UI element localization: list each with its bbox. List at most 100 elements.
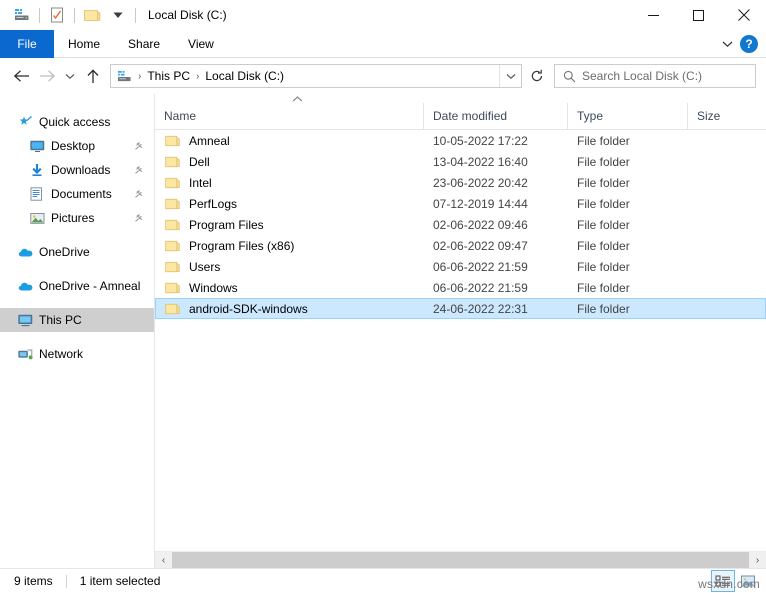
refresh-button[interactable]: [524, 64, 550, 88]
tab-file[interactable]: File: [0, 30, 54, 58]
table-row[interactable]: Program Files 02-06-2022 09:46 File folder: [155, 214, 766, 235]
downloads-icon: [30, 162, 48, 178]
folder-icon: [165, 134, 181, 148]
sidebar-item-documents[interactable]: Documents: [0, 182, 154, 206]
cell-size: [688, 299, 765, 318]
table-row[interactable]: Program Files (x86) 02-06-2022 09:47 File …: [155, 235, 766, 256]
file-name-label: Intel: [189, 175, 212, 190]
folder-icon: [165, 302, 181, 316]
file-name-label: android-SDK-windows: [189, 301, 308, 316]
recent-locations-button[interactable]: [60, 63, 80, 89]
pin-icon[interactable]: [134, 213, 154, 223]
cell-size: [688, 257, 765, 276]
help-button[interactable]: ?: [740, 34, 758, 53]
cell-date-modified: 23-06-2022 20:42: [433, 175, 528, 190]
sidebar-gap-3: [0, 298, 154, 308]
breadcrumb-this-pc[interactable]: This PC: [143, 69, 194, 83]
large-icons-view-icon[interactable]: [736, 570, 760, 592]
back-button[interactable]: [8, 63, 34, 89]
cell-date-modified: 02-06-2022 09:47: [433, 238, 528, 253]
pin-icon[interactable]: [134, 189, 154, 199]
qat-separator-1: [39, 7, 40, 23]
search-input[interactable]: Search Local Disk (C:): [582, 69, 702, 83]
column-header-name[interactable]: Name: [155, 103, 423, 129]
sidebar-item-label: OneDrive: [39, 245, 90, 259]
close-button[interactable]: [721, 0, 766, 30]
qat-separator-2: [74, 7, 75, 23]
sidebar-item-network[interactable]: Network: [0, 342, 154, 366]
scrollbar-thumb[interactable]: [172, 552, 749, 568]
column-header-type[interactable]: Type: [567, 103, 687, 129]
ribbon-tab-bar: File Home Share View ?: [0, 30, 766, 58]
breadcrumb-separator-1[interactable]: ›: [194, 71, 201, 82]
scroll-left-button[interactable]: ‹: [155, 552, 172, 568]
item-count-label: 9 items: [14, 574, 53, 588]
sidebar-item-pictures[interactable]: Pictures: [0, 206, 154, 230]
breadcrumb-dropdown-icon[interactable]: [499, 65, 521, 87]
properties-icon[interactable]: [44, 3, 70, 27]
tab-home[interactable]: Home: [54, 30, 114, 58]
sidebar-item-onedrive[interactable]: OneDrive: [0, 240, 154, 264]
star-pin-icon: [18, 114, 36, 130]
details-view-icon[interactable]: [711, 570, 735, 592]
sort-ascending-caret: [291, 95, 303, 103]
file-explorer-window: Local Disk (C:) File Home Share View ? ›…: [0, 0, 766, 593]
cell-size: [688, 173, 765, 192]
cell-date-modified: 13-04-2022 16:40: [433, 154, 528, 169]
minimize-button[interactable]: [631, 0, 676, 30]
sidebar-item-onedrive-amneal[interactable]: OneDrive - Amneal: [0, 274, 154, 298]
cell-date-modified: 24-06-2022 22:31: [433, 301, 528, 316]
cell-type: File folder: [577, 280, 630, 295]
breadcrumb-separator-0[interactable]: ›: [136, 71, 143, 82]
table-row[interactable]: Intel 23-06-2022 20:42 File folder: [155, 172, 766, 193]
tab-view[interactable]: View: [174, 30, 228, 58]
table-row[interactable]: Users 06-06-2022 21:59 File folder: [155, 256, 766, 277]
table-row[interactable]: Windows 06-06-2022 21:59 File folder: [155, 277, 766, 298]
file-name-label: Dell: [189, 154, 210, 169]
documents-icon: [30, 186, 48, 202]
up-button[interactable]: [80, 63, 106, 89]
sidebar-item-quick-access[interactable]: Quick access: [0, 110, 154, 134]
sidebar-item-desktop[interactable]: Desktop: [0, 134, 154, 158]
forward-button[interactable]: [34, 63, 60, 89]
sidebar-item-this-pc[interactable]: This PC: [0, 308, 154, 332]
sidebar-item-downloads[interactable]: Downloads: [0, 158, 154, 182]
column-header-size[interactable]: Size: [687, 103, 766, 129]
column-header-date-modified[interactable]: Date modified: [423, 103, 567, 129]
maximize-button[interactable]: [676, 0, 721, 30]
search-box[interactable]: Search Local Disk (C:): [554, 64, 756, 88]
chevron-down-icon[interactable]: [716, 33, 738, 55]
tab-share[interactable]: Share: [114, 30, 174, 58]
table-row[interactable]: Dell 13-04-2022 16:40 File folder: [155, 151, 766, 172]
file-name-label: PerfLogs: [189, 196, 238, 211]
sidebar-item-label: Network: [39, 347, 84, 361]
title-bar: Local Disk (C:): [0, 0, 766, 30]
sidebar-item-label: Downloads: [51, 163, 111, 177]
pin-icon[interactable]: [134, 141, 154, 151]
breadcrumb-bar[interactable]: › This PC › Local Disk (C:): [110, 64, 522, 88]
file-name-label: Program Files (x86): [189, 238, 295, 253]
pin-icon[interactable]: [134, 165, 154, 175]
cell-type: File folder: [577, 238, 630, 253]
table-row[interactable]: Amneal 10-05-2022 17:22 File folder: [155, 130, 766, 151]
cell-name: Windows: [156, 278, 424, 297]
customize-dropdown-icon[interactable]: [105, 3, 131, 27]
quick-access-toolbar: [0, 3, 140, 27]
this-pc-icon[interactable]: [9, 3, 35, 27]
table-row[interactable]: android-SDK-windows 24-06-2022 22:31 File …: [155, 298, 766, 319]
cell-date-modified: 06-06-2022 21:59: [433, 259, 528, 274]
cell-name: Amneal: [156, 131, 424, 150]
cell-size: [688, 236, 765, 255]
new-folder-icon[interactable]: [79, 3, 105, 27]
status-separator: [65, 574, 67, 588]
breadcrumb-local-disk[interactable]: Local Disk (C:): [201, 69, 288, 83]
cell-type: File folder: [577, 259, 630, 274]
file-list-pane: Name Date modified Type Size Amneal 10-05…: [155, 94, 766, 568]
cell-type: File folder: [577, 196, 630, 211]
view-mode-buttons: [711, 570, 766, 592]
scroll-right-button[interactable]: ›: [749, 552, 766, 568]
onedrive-icon: [18, 278, 36, 294]
table-row[interactable]: PerfLogs 07-12-2019 14:44 File folder: [155, 193, 766, 214]
cell-name: Users: [156, 257, 424, 276]
horizontal-scrollbar[interactable]: ‹ ›: [155, 551, 766, 568]
